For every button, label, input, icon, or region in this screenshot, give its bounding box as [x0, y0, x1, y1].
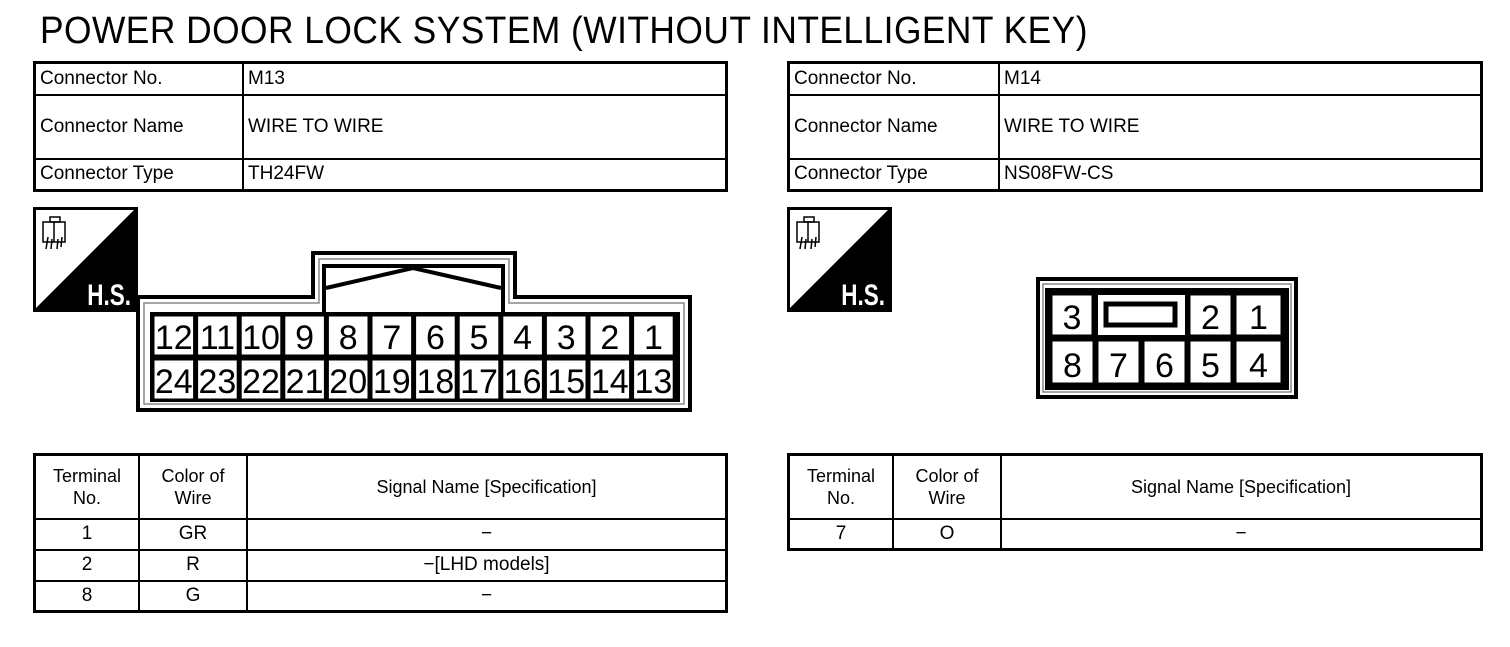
pin-number: 18 — [416, 363, 454, 401]
signal-name: − — [1000, 517, 1483, 551]
table-row: 2 R −[LHD models] — [33, 548, 728, 582]
pin-number: 3 — [557, 319, 576, 357]
wire-color: G — [138, 579, 248, 613]
header-signal: Signal Name [Specification] — [246, 453, 728, 520]
harness-side-icon: H.S. — [787, 207, 892, 312]
pin-number: 7 — [1109, 347, 1128, 385]
header-color: Color of Wire — [138, 453, 248, 520]
hs-label: H.S. — [87, 278, 131, 312]
pin-number: 13 — [634, 363, 672, 401]
signal-name: − — [246, 579, 728, 613]
wire-color: R — [138, 548, 248, 582]
pin-number: 4 — [513, 319, 532, 357]
pin-number: 24 — [155, 363, 193, 401]
pin-number: 7 — [382, 319, 401, 357]
pin-number: 5 — [470, 319, 489, 357]
pin-number: 10 — [242, 319, 280, 357]
pin-number: 16 — [504, 363, 542, 401]
table-row: 1 GR − — [33, 517, 728, 551]
hs-label: H.S. — [841, 278, 885, 312]
pin-number: 6 — [1155, 347, 1174, 385]
pin-number: 8 — [339, 319, 358, 357]
pin-number: 21 — [286, 363, 324, 401]
pin-number: 12 — [155, 319, 193, 357]
pin-number: 15 — [547, 363, 585, 401]
signal-name: −[LHD models] — [246, 548, 728, 582]
pin-number: 2 — [1201, 299, 1220, 337]
header-color: Color of Wire — [892, 453, 1002, 520]
signal-name: − — [246, 517, 728, 551]
header-terminal: Terminal No. — [787, 453, 894, 520]
terminal-no: 8 — [33, 579, 140, 613]
terminal-no: 2 — [33, 548, 140, 582]
harness-side-icon: H.S. — [33, 207, 138, 312]
pin-number: 8 — [1063, 347, 1082, 385]
pin-number: 1 — [1249, 299, 1268, 337]
terminal-table-m13: Terminal No. Color of Wire Signal Name [… — [33, 453, 728, 613]
pin-number: 23 — [198, 363, 236, 401]
table-row: 7 O − — [787, 517, 1483, 551]
header-terminal: Terminal No. — [33, 453, 140, 520]
wire-color: GR — [138, 517, 248, 551]
pin-number: 22 — [242, 363, 280, 401]
pin-number: 14 — [591, 363, 629, 401]
pin-number: 20 — [329, 363, 367, 401]
pin-number: 19 — [373, 363, 411, 401]
pin-number: 11 — [200, 319, 235, 357]
pin-number: 6 — [426, 319, 445, 357]
pin-number: 2 — [600, 319, 619, 357]
wire-color: O — [892, 517, 1002, 551]
table-row: 8 G − — [33, 579, 728, 613]
terminal-table-m14: Terminal No. Color of Wire Signal Name [… — [787, 453, 1483, 551]
lock-slot — [1103, 301, 1178, 328]
terminal-no: 7 — [787, 517, 894, 551]
pin-number: 4 — [1249, 347, 1268, 385]
pin-number: 5 — [1201, 347, 1220, 385]
pin-number: 3 — [1063, 299, 1082, 337]
pin-number: 17 — [460, 363, 498, 401]
terminal-no: 1 — [33, 517, 140, 551]
header-signal: Signal Name [Specification] — [1000, 453, 1483, 520]
pin-number: 9 — [295, 319, 314, 357]
pin-number: 1 — [644, 319, 663, 357]
